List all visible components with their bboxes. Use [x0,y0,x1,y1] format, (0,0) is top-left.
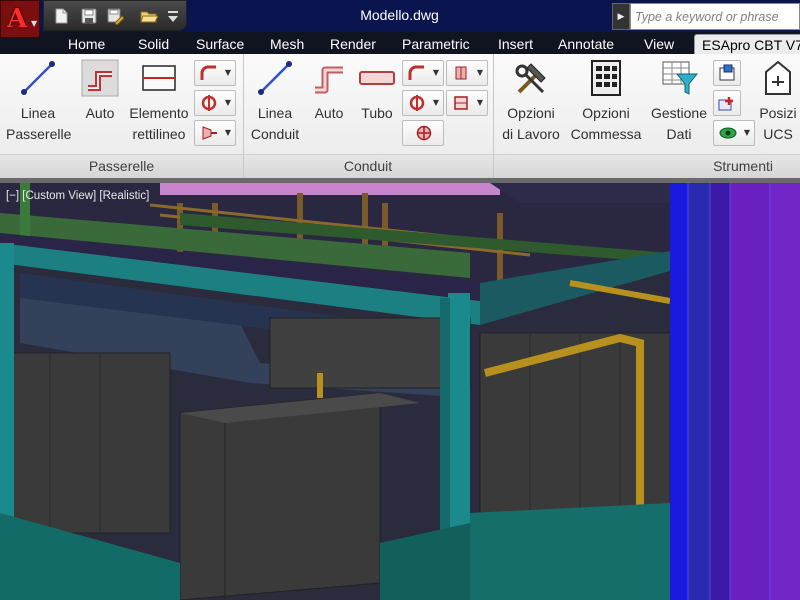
tab-insert[interactable]: Insert [498,34,533,54]
tab-home[interactable]: Home [68,34,105,54]
tab-surface[interactable]: Surface [196,34,244,54]
line-conduit-icon [258,61,292,95]
customize-icon[interactable] [166,7,180,25]
posizione-ucs-button[interactable]: Posizi UCS [748,58,800,144]
chevron-down-icon: ▼ [432,98,439,107]
autocad-logo-icon: A [7,4,28,34]
open-icon[interactable] [140,7,158,25]
tray-elbow-dropdown[interactable]: ▼ [194,60,236,86]
tab-solid[interactable]: Solid [138,34,169,54]
tab-mesh[interactable]: Mesh [270,34,304,54]
chevron-down-icon: ▼ [224,68,231,77]
add-layer-button[interactable] [713,90,741,116]
new-icon[interactable] [52,7,70,25]
viewport-controls[interactable]: [−] [Custom View] [Realistic] [6,190,149,202]
elbow-icon [408,65,424,80]
property-button[interactable] [713,60,741,86]
chevron-down-icon: ▼ [476,68,483,77]
tab-esapro-cbt[interactable]: ESApro CBT V7 [694,34,800,54]
data-filter-icon [662,61,699,95]
save-icon[interactable] [80,7,98,25]
tee-icon [201,95,217,111]
save-as-icon[interactable] [106,7,124,25]
document-title: Modello.dwg [360,7,439,23]
straight-element-icon [142,65,176,91]
conduit-cross-button[interactable] [402,120,444,146]
tools-icon [515,63,546,94]
quick-access-toolbar [43,0,187,31]
chevron-down-icon: ▼ [31,19,38,28]
ribbon-tab-bar: Home Solid Surface Mesh Render Parametri… [0,32,800,54]
search-field[interactable] [630,3,800,30]
chevron-down-icon: ▼ [432,68,439,77]
tab-render[interactable]: Render [330,34,376,54]
coupling-icon [455,66,467,80]
title-bar: Modello.dwg ▶ [0,0,800,32]
auto-conduit-button[interactable]: Auto [308,58,350,123]
auto-tray-icon [81,59,119,97]
ucs-position-icon [765,60,791,95]
tee-icon [409,95,425,111]
auto-passerelle-button[interactable]: Auto [78,58,122,123]
tubo-button[interactable]: Tubo [356,58,398,123]
search-input[interactable] [631,4,799,29]
panel-label-passerelle: Passerelle [88,158,155,174]
tube-icon [359,71,395,85]
3d-model-render [0,183,800,600]
opzioni-lavoro-button[interactable]: Opzioni di Lavoro [498,58,564,144]
tab-annotate[interactable]: Annotate [558,34,614,54]
elbow-icon [200,65,216,80]
linea-passerelle-button[interactable]: Linea Passerelle [6,58,71,144]
tray-reducer-dropdown[interactable]: ▼ [194,120,236,146]
chevron-down-icon: ▼ [224,98,231,107]
line-tray-icon [21,61,55,95]
model-viewport[interactable]: [−] [Custom View] [Realistic] [0,183,800,600]
tab-view[interactable]: View [644,34,674,54]
elemento-rettilineo-button[interactable]: Elemento rettilineo [126,58,192,144]
chevron-down-icon: ▼ [476,98,483,107]
conduit-box-dropdown[interactable]: ▼ [446,90,488,116]
panel-label-strumenti: Strumenti [713,158,773,174]
linea-conduit-button[interactable]: Linea Conduit [247,58,303,144]
tab-parametric[interactable]: Parametric [402,34,470,54]
reducer-icon [202,126,217,140]
junction-box-icon [454,96,468,110]
auto-conduit-icon [315,66,343,94]
conduit-elbow-dropdown[interactable]: ▼ [402,60,444,86]
cross-fitting-icon [416,125,432,141]
add-icon [718,97,733,111]
search-expand-button[interactable]: ▶ [612,3,630,30]
ribbon: Linea Passerelle Auto Elemento rettiline… [0,54,800,178]
opzioni-commessa-button[interactable]: Opzioni Commessa [568,58,644,144]
panel-label-conduit: Conduit [343,158,393,174]
conduit-tee-dropdown[interactable]: ▼ [402,90,444,116]
eye-icon [719,127,737,139]
conduit-coupling-dropdown[interactable]: ▼ [446,60,488,86]
tray-tee-dropdown[interactable]: ▼ [194,90,236,116]
application-menu-button[interactable]: A ▼ [0,0,40,38]
job-settings-icon [591,60,621,96]
chevron-down-icon: ▼ [224,128,231,137]
properties-icon [719,64,735,81]
gestione-dati-button[interactable]: Gestione Dati [648,58,710,144]
